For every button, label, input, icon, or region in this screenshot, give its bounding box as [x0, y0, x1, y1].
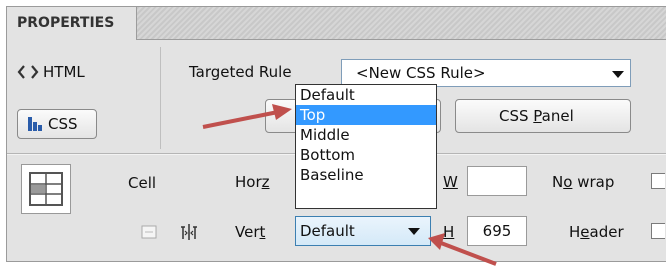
- split-cell-icon[interactable]: [179, 223, 199, 241]
- vert-label-mnemonic: t: [259, 223, 266, 241]
- targeted-rule-label: Targeted Rule: [189, 63, 292, 81]
- nowrap-label-part2: wrap: [572, 173, 615, 191]
- header-label-part1: H: [569, 223, 581, 241]
- chevron-down-icon: [408, 228, 420, 235]
- properties-panel: PROPERTIES HTML CSS Targeted Rule <New C…: [6, 6, 666, 262]
- chevron-down-icon: [612, 71, 624, 78]
- horz-label: Horz: [235, 173, 270, 191]
- nowrap-checkbox[interactable]: [651, 173, 665, 189]
- screenshot-frame: PROPERTIES HTML CSS Targeted Rule <New C…: [0, 0, 666, 268]
- css-panel-label-mnemonic: P: [533, 107, 542, 125]
- css-panel-button-label: CSS Panel: [499, 107, 574, 125]
- css-panel-label-part2: anel: [541, 107, 574, 125]
- horz-label-part1: Hor: [235, 173, 262, 191]
- header-label-part2: ader: [589, 223, 624, 241]
- nowrap-label: No wrap: [552, 173, 614, 191]
- width-label: W: [443, 173, 458, 191]
- height-label: H: [443, 223, 455, 241]
- code-brackets-icon: [17, 65, 39, 79]
- tab-properties[interactable]: PROPERTIES: [7, 7, 137, 40]
- dropdown-option-baseline[interactable]: Baseline: [296, 165, 436, 185]
- targeted-rule-value: <New CSS Rule>: [356, 64, 486, 82]
- dropdown-option-default[interactable]: Default: [296, 85, 436, 105]
- css-icon: [28, 117, 42, 131]
- vert-label-part1: Ver: [235, 223, 260, 241]
- css-button-label: CSS: [48, 115, 78, 133]
- table-cell-icon: [21, 164, 71, 214]
- dropdown-option-top[interactable]: Top: [296, 105, 436, 125]
- header-label: Header: [569, 223, 624, 241]
- vert-dropdown-list: Default Top Middle Bottom Baseline: [295, 84, 437, 209]
- vert-select-value: Default: [300, 222, 355, 240]
- css-panel-label-part1: CSS: [499, 107, 534, 125]
- panel-tab-bar: PROPERTIES: [7, 7, 666, 40]
- header-checkbox[interactable]: [651, 223, 665, 239]
- dropdown-option-middle[interactable]: Middle: [296, 125, 436, 145]
- header-label-mnemonic: e: [580, 223, 590, 241]
- height-field[interactable]: 695: [467, 216, 527, 246]
- mode-divider: [160, 47, 161, 149]
- horz-label-mnemonic: z: [261, 173, 270, 191]
- cell-label: Cell: [128, 174, 157, 192]
- nowrap-label-part1: N: [552, 173, 564, 191]
- dropdown-option-bottom[interactable]: Bottom: [296, 145, 436, 165]
- vert-label: Vert: [235, 223, 265, 241]
- css-panel-button[interactable]: CSS Panel: [455, 99, 631, 133]
- html-button-label: HTML: [43, 63, 85, 81]
- width-field[interactable]: [467, 166, 527, 196]
- merge-cells-icon[interactable]: [141, 225, 157, 239]
- html-button[interactable]: HTML: [17, 59, 127, 85]
- css-button[interactable]: CSS: [17, 109, 97, 139]
- targeted-rule-select[interactable]: <New CSS Rule>: [341, 59, 631, 87]
- vert-select[interactable]: Default: [295, 216, 431, 246]
